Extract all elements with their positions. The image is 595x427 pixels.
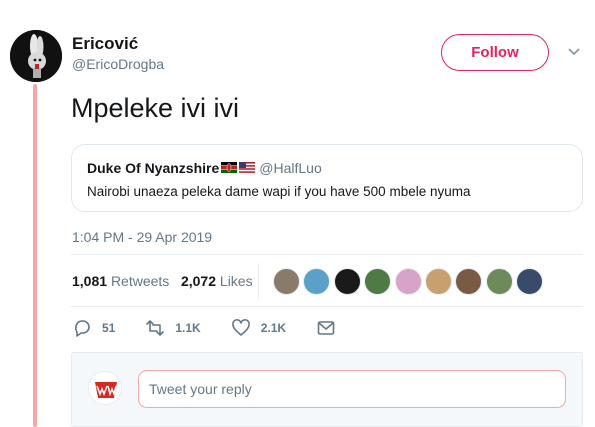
divider xyxy=(71,254,583,255)
stats-separator xyxy=(258,263,259,299)
reply-action[interactable]: 51 xyxy=(72,318,115,338)
author-handle[interactable]: @EricoDrogba xyxy=(72,56,164,72)
quoted-tweet-text: Nairobi unaeza peleka dame wapi if you h… xyxy=(87,184,471,199)
kenya-flag-icon xyxy=(221,161,238,173)
liker-avatar[interactable] xyxy=(333,268,361,295)
reply-composer xyxy=(71,352,583,427)
liker-avatar[interactable] xyxy=(364,268,392,295)
avatar[interactable] xyxy=(10,30,62,82)
retweet-icon xyxy=(146,320,165,336)
tweet-text: Mpeleke ivi ivi xyxy=(71,93,240,123)
quoted-author-handle: @HalfLuo xyxy=(259,160,322,176)
retweets-stat[interactable]: 1,081 Retweets xyxy=(72,273,173,289)
author-display-name[interactable]: Ericović xyxy=(72,34,138,54)
tweet-timestamp[interactable]: 1:04 PM - 29 Apr 2019 xyxy=(72,229,212,245)
envelope-icon xyxy=(317,321,335,335)
liker-avatar[interactable] xyxy=(273,268,300,295)
likes-stat[interactable]: 2,072 Likes xyxy=(181,273,253,289)
tweet-stats: 1,081 Retweets 2,072 Likes xyxy=(72,273,253,289)
liker-avatar[interactable] xyxy=(424,268,452,295)
thread-line xyxy=(33,84,37,427)
divider xyxy=(71,306,583,307)
retweets-count: 1,081 xyxy=(72,273,108,289)
quoted-author-name: Duke Of Nyanzshire xyxy=(87,160,220,176)
like-action[interactable]: 2.1K xyxy=(231,318,286,338)
liker-avatars xyxy=(273,268,547,295)
retweets-label: Retweets xyxy=(110,273,170,289)
likes-count: 2,072 xyxy=(180,273,217,289)
retweet-action[interactable]: 1.1K xyxy=(145,318,201,338)
reply-input[interactable] xyxy=(138,370,566,408)
liker-avatar[interactable] xyxy=(394,268,422,295)
heart-icon xyxy=(231,319,250,336)
user-avatar[interactable] xyxy=(88,371,122,405)
liker-avatar[interactable] xyxy=(303,268,331,295)
reply-icon xyxy=(75,320,90,337)
reply-count: 51 xyxy=(102,321,116,335)
follow-button[interactable]: Follow xyxy=(441,34,549,71)
liker-avatar[interactable] xyxy=(455,268,483,295)
message-action[interactable] xyxy=(316,318,346,338)
retweet-count: 1.1K xyxy=(175,321,201,335)
liker-avatar[interactable] xyxy=(516,268,544,295)
tweet-actions: 51 1.1K 2.1K xyxy=(72,318,376,338)
liker-avatar[interactable] xyxy=(485,268,513,295)
avatar-image xyxy=(10,30,62,82)
chevron-down-icon[interactable] xyxy=(566,46,582,58)
usa-flag-icon xyxy=(239,161,256,173)
likes-label: Likes xyxy=(219,273,253,289)
like-count: 2.1K xyxy=(260,321,287,335)
user-avatar-image xyxy=(89,372,121,404)
quoted-tweet-header: Duke Of Nyanzshire @HalfLuo xyxy=(87,160,322,176)
quoted-tweet[interactable]: Duke Of Nyanzshire @HalfLuo Nairobi unae… xyxy=(71,144,583,212)
